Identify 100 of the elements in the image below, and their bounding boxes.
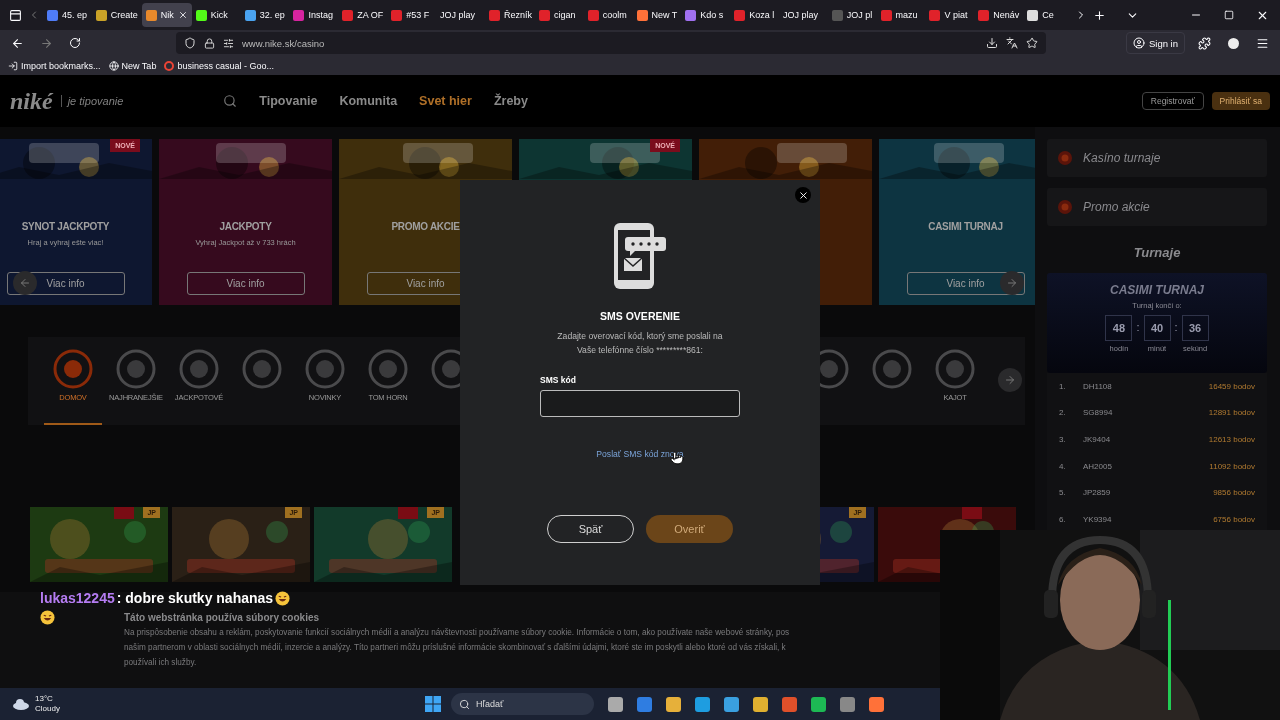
player-name: DH1108 [1083,381,1113,391]
address-bar[interactable]: www.nike.sk/casino [176,32,1046,54]
browser-tab[interactable]: ZA OF [338,3,388,27]
browser-tab[interactable]: JOJ play [779,3,828,27]
player-name: AH2005 [1083,461,1113,471]
nav-link[interactable]: Tipovanie [259,94,318,108]
app-icon[interactable] [636,696,652,712]
browser-tab[interactable]: JOJ play [436,3,485,27]
close-icon [797,189,809,201]
app-icon[interactable] [868,696,884,712]
browser-tab[interactable]: Kick [191,3,241,27]
circle-icon [179,349,219,389]
windows-icon[interactable] [424,696,441,712]
circle-icon [935,349,975,389]
card-title: SYNOT JACKPOTY [21,221,110,232]
cookie-text: Na prispôsobenie obsahu a reklám, poskytovanie funkcií sociálnych médií a analýzu návštevnosti používame súbory cookie. Informácie o tom, ako používate naše webové stránky, pos [124,628,790,638]
rank: 6. [1059,514,1067,524]
timer-value: 36 [1181,315,1209,341]
card-title: JACKPOTY [219,221,272,232]
player-name: JP2859 [1083,488,1112,498]
cookie-text: našim partnerom v oblasti sociálnych médií, inzercie a analýzy. Títo partneri môžu príslušné informácie skombinovať s ďalšími údajmi, ktoré ste im poskytli alebo ktoré od vás získali, k [124,642,786,653]
browser-tab[interactable]: New T [632,3,682,27]
browser-tab[interactable]: #53 F [387,3,437,27]
sign-in-button[interactable]: Sign in [1125,32,1185,54]
more-info-button[interactable]: Viac info [186,272,305,295]
login-button[interactable]: Prihlásiť sa [1211,92,1270,110]
cloud-icon [12,698,30,710]
sidebar-link[interactable]: Kasíno turnaje [1047,139,1267,177]
close-icon[interactable] [177,10,188,20]
section-heading: Turnaje [1132,245,1182,260]
nav-link[interactable]: Komunita [339,94,398,108]
browser-tab[interactable]: coolm [583,3,633,27]
app-icon[interactable] [665,696,681,712]
circle-icon [368,349,408,389]
points: 16459 bodov [1208,381,1255,391]
star-icon[interactable] [1025,37,1038,49]
weather-text: Cloudy [35,704,60,714]
shield-icon [184,37,196,49]
timer-separator: : [1174,321,1178,333]
verify-button[interactable]: Overiť [646,514,733,543]
lock-icon [204,37,215,49]
dialog-text: Zadajte overovací kód, ktorý sme poslali na Vaše telefónne číslo *********861: [556,330,724,357]
cookie-text: používali ich služby. [124,657,197,668]
player-name: JK9404 [1083,435,1112,444]
sidebar-link[interactable]: Promo akcie [1047,188,1267,226]
browser-tab[interactable]: Kdo s [681,3,731,27]
site-logo[interactable]: niké [10,87,53,115]
timer-value: 48 [1105,315,1133,341]
app-icon[interactable] [810,696,826,712]
player-name: SG8994 [1083,408,1114,418]
field-label: SMS kód [540,374,576,385]
browser-tab[interactable]: Nik [141,3,192,27]
google-icon [164,60,175,71]
import-icon [8,60,18,71]
taskbar-search[interactable]: Hľadať [450,693,594,715]
bookmark[interactable]: business casual - Goo... [164,60,274,71]
browser-tab[interactable]: Instag [289,3,339,27]
laughing-emoji-icon [40,610,55,625]
nav-link[interactable]: Žreby [493,94,528,108]
points: 9856 bodov [1213,488,1255,498]
download-icon[interactable] [985,37,998,49]
timer-separator: : [1136,321,1140,333]
app-icon[interactable] [752,696,768,712]
browser-tab[interactable]: Ce [1023,3,1073,27]
browser-tab[interactable]: mazu [876,3,926,27]
circle-icon [116,349,156,389]
browser-tab[interactable]: JOJ pl [827,3,877,27]
browser-tab[interactable]: cigan [534,3,584,27]
app-icon[interactable] [781,696,797,712]
app-icon[interactable] [694,696,710,712]
browser-tab[interactable]: 45. ep [43,3,92,27]
dialog-title: SMS OVERENIE [600,310,680,322]
app-icon[interactable] [839,696,855,712]
bookmark[interactable]: New Tab [108,60,157,71]
browser-tab[interactable]: Nenáv [974,3,1024,27]
browser-tab[interactable]: Řezník [484,3,535,27]
resend-link[interactable]: Poslať SMS kód znova [596,448,684,459]
phone-message-icon [612,222,668,290]
points: 11092 bodov [1209,461,1255,471]
nav-link[interactable]: Svet hier [419,94,472,108]
browser-tab[interactable]: Koza l [730,3,779,27]
chip-icon [1057,150,1073,166]
browser-tab[interactable]: V piat [925,3,975,27]
register-button[interactable]: Registrovať [1141,92,1204,110]
close-button[interactable] [795,187,811,203]
user-icon [1132,37,1145,49]
app-icon[interactable] [723,696,739,712]
chat-username: lukas12245 [40,590,115,606]
translate-icon[interactable] [1005,37,1018,49]
app-icon[interactable] [607,696,623,712]
points: 12891 bodov [1208,408,1255,418]
browser-tab[interactable]: Create [91,3,142,27]
browser-tab[interactable]: 32. ep [240,3,290,27]
bookmark[interactable]: Import bookmarks... [8,60,101,71]
search-icon[interactable] [223,94,238,108]
search-icon [458,698,470,710]
card-title: CASIMI TURNAJ [928,221,1003,232]
circle-icon [305,349,345,389]
sms-code-field[interactable] [540,389,740,417]
circle-icon [242,349,282,389]
